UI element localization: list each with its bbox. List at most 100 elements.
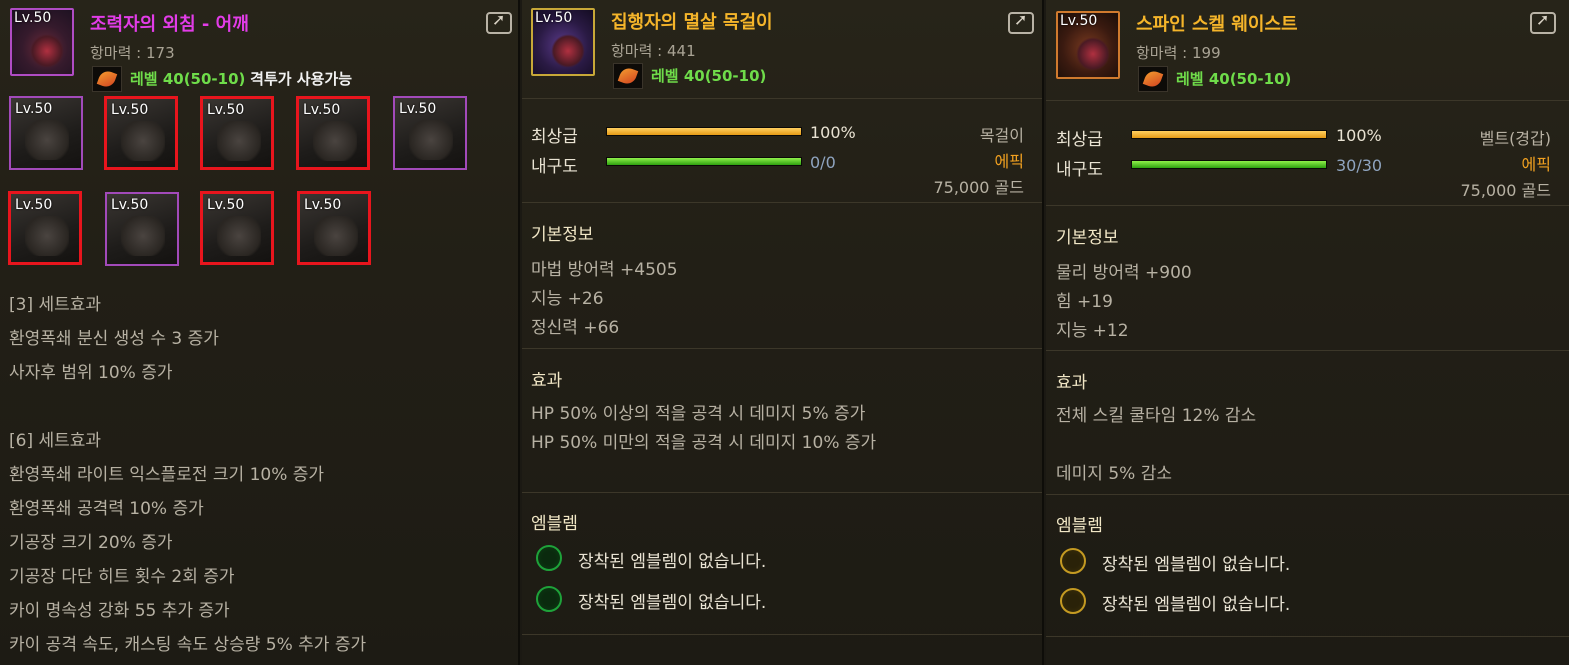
set-item-slot[interactable]: Lv.50: [296, 96, 370, 170]
share-icon[interactable]: [1008, 10, 1034, 34]
feather-icon: [613, 63, 643, 89]
effect-line: HP 50% 이상의 적을 공격 시 데미지 5% 증가: [531, 404, 866, 424]
set-item-icon: [314, 216, 358, 256]
set-item-icon: [25, 120, 69, 160]
required-level: 레벨 40(50-10): [130, 70, 246, 88]
required-class: 격투가 사용가능: [250, 70, 352, 88]
emblem-status: 장착된 엠블렘이 없습니다.: [1102, 555, 1291, 575]
emblem-slot-icon[interactable]: [1060, 588, 1086, 614]
durability-value: 30/30: [1336, 156, 1383, 175]
divider: [1046, 100, 1569, 101]
set-effect-line: 환영폭쇄 공격력 10% 증가: [9, 499, 204, 519]
item-name: 스파인 스켈 웨이스트: [1136, 14, 1298, 35]
necklace-icon: [551, 34, 585, 68]
set-effect-line: 사자후 범위 10% 증가: [9, 363, 173, 383]
item-level: Lv.50: [15, 101, 53, 117]
set-effect-line: 기공장 다단 히트 횟수 2회 증가: [9, 567, 235, 587]
set-item-icon: [121, 216, 165, 256]
durability-label: 내구도: [531, 157, 578, 177]
belt-item-icon: Lv.50: [1056, 11, 1120, 79]
set-item-slot[interactable]: Lv.50: [104, 96, 178, 170]
divider: [1046, 636, 1569, 637]
emblem-slot-icon[interactable]: [536, 545, 562, 571]
set-item-icon: [409, 120, 453, 160]
item-price: 75,000 골드: [1460, 181, 1551, 200]
share-icon[interactable]: [1530, 10, 1556, 34]
durability-bar-fill: [607, 158, 801, 165]
set-effect-line: 카이 명속성 강화 55 추가 증가: [9, 601, 230, 621]
emblem-status: 장착된 엠블렘이 없습니다.: [578, 552, 767, 572]
set-item-slot[interactable]: Lv.50: [200, 96, 274, 170]
item-type: 목걸이: [979, 126, 1024, 145]
basic-stat: 물리 방어력 +900: [1056, 263, 1192, 283]
shoulder-item-icon: Lv.50: [10, 8, 74, 76]
divider: [522, 98, 1042, 99]
set-item-icon: [121, 121, 165, 161]
set-item-slot[interactable]: Lv.50: [393, 96, 467, 170]
set-item-slot[interactable]: Lv.50: [9, 96, 83, 170]
item-level: Lv.50: [111, 102, 149, 118]
basic-stat: 지능 +12: [1056, 321, 1129, 341]
item-level: Lv.50: [14, 10, 52, 26]
item-price: 75,000 골드: [933, 178, 1024, 197]
grade-label: 최상급: [531, 127, 578, 147]
durability-bar: [1131, 160, 1327, 169]
item-type: 벨트(경갑): [1479, 129, 1551, 148]
durability-bar-fill: [1132, 161, 1326, 168]
set-item-icon: [25, 216, 69, 256]
effect-title: 효과: [531, 371, 563, 391]
set-item-slot[interactable]: Lv.50: [105, 192, 179, 266]
requirement: 레벨 40(50-10): [1176, 68, 1291, 89]
basic-stat: 지능 +26: [531, 289, 604, 309]
set6-title: [6] 세트효과: [9, 431, 102, 451]
belt-tooltip: Lv.50 스파인 스켈 웨이스트 항마력 : 199 레벨 40(50-10)…: [1046, 0, 1569, 665]
emblem-status: 장착된 엠블렘이 없습니다.: [578, 593, 767, 613]
item-level: Lv.50: [399, 101, 437, 117]
grade-bar-fill: [1132, 131, 1326, 138]
share-icon[interactable]: [486, 10, 512, 34]
item-level: Lv.50: [207, 102, 245, 118]
grade-bar: [1131, 130, 1327, 139]
magic-resist: 항마력 : 173: [90, 44, 175, 62]
grade-bar: [606, 127, 802, 136]
set3-title: [3] 세트효과: [9, 295, 102, 315]
emblem-status: 장착된 엠블렘이 없습니다.: [1102, 595, 1291, 615]
set-item-slot[interactable]: Lv.50: [200, 191, 274, 265]
set-item-slot[interactable]: Lv.50: [8, 191, 82, 265]
required-level: 레벨 40(50-10): [651, 67, 767, 85]
item-name: 조력자의 외침 - 어깨: [90, 14, 249, 35]
set-effect-line: 기공장 크기 20% 증가: [9, 533, 173, 553]
magic-resist: 항마력 : 441: [611, 42, 696, 60]
set-effect-line: 카이 공격 속도, 캐스팅 속도 상승량 5% 추가 증가: [9, 635, 367, 655]
basic-info-title: 기본정보: [1056, 228, 1119, 248]
item-level: Lv.50: [303, 102, 341, 118]
basic-stat: 힘 +19: [1056, 292, 1113, 312]
set-item-slot[interactable]: Lv.50: [297, 191, 371, 265]
shoulder-armor-icon: [30, 34, 64, 68]
emblem-slot-icon[interactable]: [1060, 548, 1086, 574]
grade-value: 100%: [810, 123, 856, 142]
divider: [522, 202, 1042, 203]
set-item-icon: [313, 121, 357, 161]
emblem-title: 엠블렘: [1056, 516, 1103, 536]
divider: [1046, 205, 1569, 206]
divider: [1046, 494, 1569, 495]
requirement: 레벨 40(50-10): [651, 65, 766, 86]
feather-icon: [92, 66, 122, 92]
divider: [1046, 350, 1569, 351]
emblem-title: 엠블렘: [531, 514, 578, 534]
emblem-slot-icon[interactable]: [536, 586, 562, 612]
set-item-icon: [217, 216, 261, 256]
basic-info-title: 기본정보: [531, 225, 594, 245]
divider: [522, 634, 1042, 635]
set-item-icon: [217, 121, 261, 161]
necklace-item-icon: Lv.50: [531, 8, 595, 76]
grade-value: 100%: [1336, 126, 1382, 145]
set-effect-line: 환영폭쇄 분신 생성 수 3 증가: [9, 329, 219, 349]
effect-line: 데미지 5% 감소: [1056, 464, 1172, 484]
durability-label: 내구도: [1056, 160, 1103, 180]
requirement: 레벨 40(50-10) 격투가 사용가능: [130, 68, 352, 89]
item-level: Lv.50: [15, 197, 53, 213]
magic-resist: 항마력 : 199: [1136, 44, 1221, 62]
divider: [522, 492, 1042, 493]
